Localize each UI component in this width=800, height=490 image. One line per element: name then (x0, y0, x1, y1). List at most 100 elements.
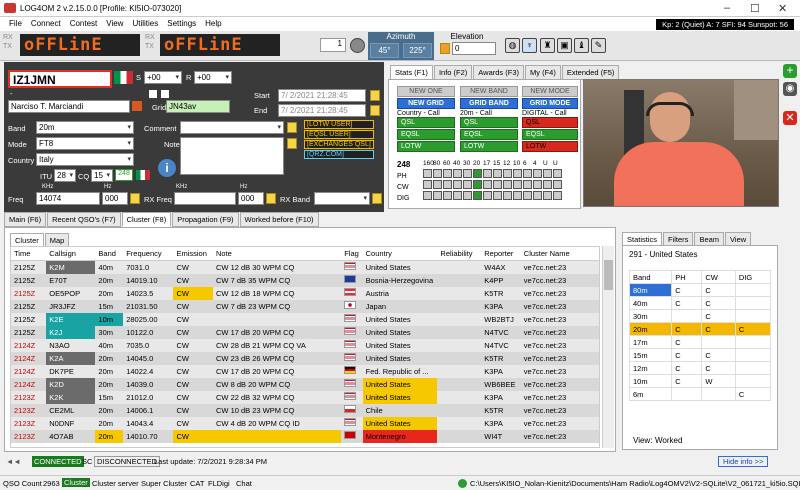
table-row[interactable]: 17m C (628, 335, 772, 349)
table-row[interactable]: 2125Z JR3JFZ 15m 21031.50 CW CW 7 dB 23 WPM C… (11, 299, 599, 313)
note-input[interactable] (180, 137, 284, 175)
fldigi-indicator[interactable]: FLDigi (208, 479, 230, 488)
chat-indicator[interactable]: Chat (236, 479, 252, 488)
cluster-col-header[interactable]: Band (95, 247, 124, 261)
checkbox-1[interactable] (149, 90, 157, 98)
table-row[interactable]: 2123Z K2K 15m 21012.0 CW CW 22 dB 32 WPM CQ Un… (11, 390, 599, 404)
globe-icon[interactable]: ◍ (505, 38, 520, 53)
itu-select[interactable]: 28 (54, 169, 76, 182)
table-row[interactable]: 40m C C (628, 296, 772, 310)
elevation-lock-icon[interactable] (440, 43, 450, 54)
elevation-input[interactable]: 0 (452, 42, 496, 55)
tab-worked-before[interactable]: Worked before (F10) (239, 212, 319, 227)
start-lock-icon[interactable] (370, 90, 380, 101)
tab-extended[interactable]: Extended (F5) (561, 65, 620, 80)
table-row[interactable]: 6m C (628, 387, 772, 401)
table-row[interactable]: 12m C C (628, 361, 772, 375)
vfo-spinner[interactable]: 1 (320, 38, 346, 52)
close-button[interactable]: ✕ (778, 2, 787, 15)
table-row[interactable]: 2125Z K2M 40m 7031.0 CW CW 12 dB 30 WPM CQ Uni… (11, 260, 599, 274)
table-row[interactable]: 2125Z E70T 20m 14019.10 CW CW 7 dB 35 WPM CQ B… (11, 273, 599, 287)
minimize-button[interactable]: – (724, 2, 730, 14)
cluster-server-indicator[interactable]: Cluster server (92, 479, 139, 488)
super-cluster-indicator[interactable]: Super Cluster (141, 479, 187, 488)
table-row[interactable]: 2124Z N3AO 40m 7035.0 CW CW 28 dB 21 WPM CQ V… (11, 338, 599, 352)
cluster-col-header[interactable]: Flag (341, 247, 363, 261)
comment-lock-icon[interactable] (287, 122, 297, 133)
comment-input[interactable] (180, 121, 284, 134)
cluster-col-header[interactable]: Reporter (481, 247, 521, 261)
menu-settings[interactable]: Settings (167, 19, 196, 28)
world-icon[interactable]: ◉ (783, 82, 797, 96)
start-time-input[interactable]: 7/ 2/2021 21:28:45 (278, 89, 366, 102)
tab-cluster[interactable]: Cluster (F8) (121, 212, 172, 227)
band-select[interactable]: 20m (36, 121, 134, 134)
menu-view[interactable]: View (106, 19, 123, 28)
rotator-icon[interactable]: ♜ (540, 38, 555, 53)
menu-file[interactable]: File (9, 19, 22, 28)
table-row[interactable]: 30m C (628, 309, 772, 323)
menu-utilities[interactable]: Utilities (132, 19, 158, 28)
table-row[interactable]: 2125Z K2E 10m 28025.00 CW United States WB2BTJ… (11, 312, 599, 326)
disconnected-badge[interactable]: DISCONNECTED (94, 456, 161, 467)
cluster-col-header[interactable]: Country (362, 247, 438, 261)
s-report-select[interactable]: +00 (144, 71, 182, 84)
checkbox-2[interactable] (161, 90, 169, 98)
freq-hz-input[interactable]: 000 (102, 192, 128, 205)
tab-info[interactable]: Info (F2) (433, 65, 473, 80)
azimuth-long[interactable]: 225° (403, 43, 432, 58)
table-row[interactable]: 80m C C (628, 283, 772, 297)
tab-main[interactable]: Main (F6) (4, 212, 47, 227)
grid-input[interactable]: JN43av (166, 100, 230, 113)
table-row[interactable]: 2124Z K2D 20m 14039.0 CW CW 8 dB 20 WPM CQ Uni… (11, 377, 599, 391)
end-lock-icon[interactable] (370, 105, 380, 116)
cluster-col-header[interactable]: Note (212, 247, 342, 261)
end-time-input[interactable]: 7/ 2/2021 21:28:45 (278, 104, 366, 117)
tab-my[interactable]: My (F4) (525, 65, 561, 80)
amplifier-icon[interactable]: ♝ (574, 38, 589, 53)
cluster-col-header[interactable]: Cluster Name (520, 247, 599, 261)
cluster-col-header[interactable]: Reliability (437, 247, 482, 261)
table-row[interactable]: 2125Z OE5POP 20m 14023.5 CW CW 12 dB 18 WPM C… (11, 286, 599, 300)
info-icon[interactable]: i (158, 159, 176, 177)
table-row[interactable]: 2123Z N0DNF 20m 14043.4 CW CW 4 dB 20 WPM CQ … (11, 416, 599, 430)
table-row[interactable]: 10m C W (628, 374, 772, 388)
clear-icon[interactable]: ✕ (783, 111, 797, 125)
rxband-select[interactable] (314, 192, 370, 205)
pen-icon[interactable]: ✎ (591, 38, 606, 53)
gear-icon[interactable] (350, 38, 365, 53)
table-row[interactable]: 20m C C C (628, 322, 772, 336)
freq-lock-icon[interactable] (130, 193, 140, 204)
antenna-icon[interactable]: ♆ (522, 38, 537, 53)
table-row[interactable]: 2124Z K2A 20m 14045.0 CW CW 23 dB 26 WPM CQ Un… (11, 351, 599, 365)
note-lock-icon[interactable] (287, 138, 297, 149)
azimuth-short[interactable]: 45° (370, 43, 399, 58)
maximize-button[interactable]: ☐ (750, 2, 760, 15)
tab-recent-qsos[interactable]: Recent QSO's (F7) (47, 212, 121, 227)
tab-propagation[interactable]: Propagation (F9) (172, 212, 239, 227)
table-row[interactable]: 2123Z CE2ML 20m 14006.1 CW CW 10 dB 23 WPM CQ… (11, 403, 599, 417)
table-row[interactable]: 2123Z 4O7AB 20m 14010.70 CW Montenegro WI4T ve7… (11, 429, 599, 443)
tab-stats[interactable]: Stats (F1) (390, 65, 433, 80)
hide-info-button[interactable]: Hide info >> (718, 456, 769, 467)
table-row[interactable]: 2124Z DK7PE 20m 14022.4 CW CW 17 dB 20 WPM CQ… (11, 364, 599, 378)
rxfreq-khz-input[interactable] (174, 192, 236, 205)
cluster-indicator[interactable]: Cluster (62, 478, 90, 487)
country-select[interactable]: Italy (36, 153, 134, 166)
cat-indicator[interactable]: CAT (190, 479, 204, 488)
callsign-input[interactable]: IZ1JMN (8, 70, 112, 88)
rxfreq-hz-input[interactable]: 000 (238, 192, 264, 205)
r-report-select[interactable]: +00 (194, 71, 232, 84)
freq-khz-input[interactable]: 14074 (36, 192, 100, 205)
cluster-col-header[interactable]: Frequency (123, 247, 174, 261)
cq-select[interactable]: 15 (91, 169, 113, 182)
mode-select[interactable]: FT8 (36, 137, 134, 150)
menu-help[interactable]: Help (205, 19, 221, 28)
menu-contest[interactable]: Contest (70, 19, 98, 28)
table-row[interactable]: 15m C C (628, 348, 772, 362)
qrz-lookup-icon[interactable] (132, 101, 142, 111)
rxfreq-lock-icon[interactable] (266, 193, 276, 204)
cluster-connected-badge[interactable]: CONNECTED (32, 456, 84, 467)
add-icon[interactable]: + (783, 64, 797, 78)
radio-icon[interactable]: ▣ (557, 38, 572, 53)
